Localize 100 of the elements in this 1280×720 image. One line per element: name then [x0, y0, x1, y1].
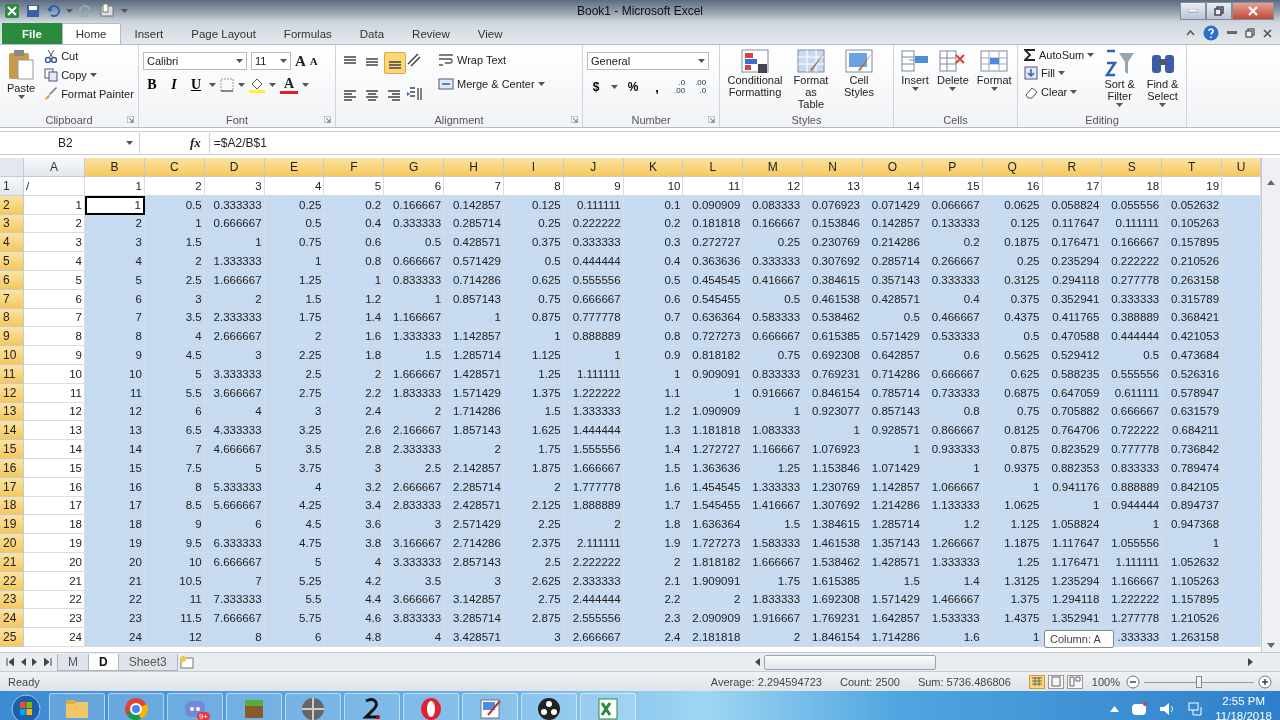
scroll-right-icon[interactable]: [1248, 658, 1254, 666]
column-header[interactable]: N: [803, 158, 863, 177]
formula-field[interactable]: =$A2/B$1: [208, 133, 1280, 153]
dialog-launcher-icon[interactable]: [708, 116, 715, 123]
restore-icon[interactable]: [1245, 28, 1255, 38]
taskbar-app-button[interactable]: 9+: [167, 693, 223, 720]
clock[interactable]: 2:55 PM 11/18/2018: [1215, 694, 1272, 720]
dropdown-caret-icon[interactable]: [1058, 71, 1066, 75]
view-button[interactable]: [1047, 674, 1064, 689]
sheet-tab[interactable]: M: [57, 653, 89, 671]
row-header[interactable]: 1: [0, 177, 24, 196]
italic-button[interactable]: I: [165, 76, 183, 94]
dropdown-caret-icon[interactable]: [911, 87, 919, 91]
cells-button[interactable]: Format: [973, 48, 1015, 113]
column-header[interactable]: F: [324, 158, 385, 177]
font-size-dropdown[interactable]: 11: [251, 52, 291, 70]
column-header[interactable]: K: [623, 158, 684, 177]
scroll-down-icon[interactable]: [1267, 643, 1275, 648]
number-format-dropdown[interactable]: General: [587, 52, 709, 70]
view-button[interactable]: [1028, 674, 1045, 689]
column-header[interactable]: U: [1222, 158, 1261, 177]
column-header[interactable]: O: [862, 158, 923, 177]
ribbon-tab[interactable]: Home: [61, 23, 121, 44]
dropdown-caret-icon[interactable]: [698, 59, 705, 63]
restore-icon[interactable]: [1214, 6, 1224, 16]
fill-color-icon[interactable]: [249, 77, 265, 93]
collapse-ribbon-icon[interactable]: [1186, 30, 1195, 36]
name-box[interactable]: B2: [0, 133, 140, 153]
comma-button[interactable]: ,: [648, 78, 666, 96]
column-header[interactable]: S: [1102, 158, 1163, 177]
dropdown-caret-icon[interactable]: [537, 82, 545, 86]
underline-button[interactable]: U: [187, 76, 205, 94]
dropdown-caret-icon[interactable]: [126, 141, 133, 145]
dropdown-caret-icon[interactable]: [611, 85, 618, 89]
row-header[interactable]: 15: [0, 440, 24, 459]
grow-font-button[interactable]: A: [295, 52, 306, 70]
borders-icon[interactable]: [220, 78, 234, 92]
paste-button[interactable]: Paste: [4, 48, 39, 113]
file-tab[interactable]: File: [2, 23, 62, 44]
column-header[interactable]: E: [264, 158, 325, 177]
row-header[interactable]: 5: [0, 252, 24, 271]
column-header[interactable]: P: [922, 158, 983, 177]
dropdown-caret-icon[interactable]: [238, 83, 245, 87]
taskbar-app-button[interactable]: [344, 693, 400, 720]
column-header[interactable]: I: [503, 158, 564, 177]
align-left-icon[interactable]: [343, 89, 357, 102]
autosum-button[interactable]: AutoSum: [1022, 48, 1097, 62]
percent-button[interactable]: %: [624, 78, 642, 96]
sheet-tab[interactable]: D: [88, 653, 119, 671]
customize-caret-icon[interactable]: [121, 9, 128, 13]
view-button[interactable]: [1066, 674, 1083, 689]
zoom-out-icon[interactable]: [1126, 674, 1140, 689]
style-button[interactable]: Conditional Formatting: [724, 48, 786, 113]
dropdown-caret-icon[interactable]: [1159, 103, 1167, 107]
ribbon-tab[interactable]: View: [463, 23, 517, 44]
help-icon[interactable]: [1203, 25, 1219, 41]
dropdown-caret-icon[interactable]: [1116, 103, 1124, 107]
save-icon[interactable]: [26, 4, 40, 18]
dropdown-caret-icon[interactable]: [949, 87, 957, 91]
column-header[interactable]: D: [204, 158, 265, 177]
print-preview-icon[interactable]: [99, 3, 115, 19]
copy-button[interactable]: Copy: [42, 67, 136, 83]
ribbon-tab[interactable]: Data: [345, 23, 399, 44]
column-header[interactable]: B: [85, 158, 145, 177]
cells-button[interactable]: Delete: [934, 48, 972, 113]
next-sheet-icon[interactable]: [32, 658, 38, 666]
cells-button[interactable]: Insert: [898, 48, 932, 113]
scroll-thumb[interactable]: [764, 654, 936, 670]
column-header[interactable]: J: [563, 158, 624, 177]
clear-button[interactable]: Clear: [1022, 84, 1097, 100]
last-sheet-icon[interactable]: [44, 658, 52, 666]
find-select-button[interactable]: Find & Select: [1143, 48, 1182, 113]
column-header[interactable]: C: [144, 158, 205, 177]
dialog-launcher-icon[interactable]: [324, 116, 331, 123]
dropdown-caret-icon[interactable]: [990, 87, 998, 91]
column-header[interactable]: L: [683, 158, 744, 177]
currency-button[interactable]: $: [587, 78, 605, 96]
row-header[interactable]: 14: [0, 421, 24, 441]
style-button[interactable]: Cell Styles: [836, 48, 882, 113]
fill-button[interactable]: Fill: [1022, 65, 1097, 81]
column-header[interactable]: Q: [982, 158, 1043, 177]
zoom-in-icon[interactable]: [1258, 674, 1272, 689]
sort-filter-button[interactable]: Sort & Filter: [1100, 48, 1140, 113]
dropdown-caret-icon[interactable]: [269, 83, 276, 87]
taskbar-app-button[interactable]: [521, 693, 577, 720]
wrap-text-button[interactable]: Wrap Text: [436, 52, 547, 68]
row-header[interactable]: 9: [0, 327, 24, 347]
row-header[interactable]: 10: [0, 346, 24, 365]
speaker-icon[interactable]: [1159, 702, 1176, 716]
increase-decimal-button[interactable]: .0 .00: [672, 79, 688, 95]
dropdown-caret-icon[interactable]: [280, 59, 287, 63]
font-color-button[interactable]: A: [280, 76, 298, 94]
ribbon-tab[interactable]: Insert: [120, 23, 178, 44]
tray-expand-icon[interactable]: [1110, 706, 1120, 712]
merge-center-button[interactable]: Merge & Center: [436, 76, 547, 92]
format-painter-button[interactable]: Format Painter: [42, 86, 136, 102]
dropdown-caret-icon[interactable]: [1070, 90, 1078, 94]
ribbon-tab[interactable]: Page Layout: [177, 23, 270, 44]
scroll-left-icon[interactable]: [754, 658, 760, 666]
row-header[interactable]: 24: [0, 609, 24, 629]
